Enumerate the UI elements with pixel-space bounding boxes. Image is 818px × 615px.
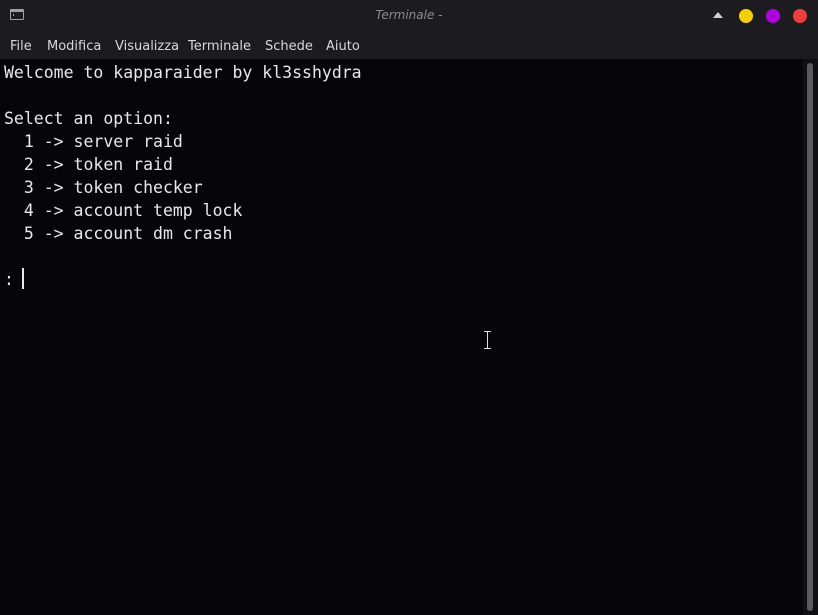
window-title: Terminale -: [375, 8, 443, 22]
shade-up-icon[interactable]: [713, 12, 723, 18]
menu-aiuto[interactable]: Aiuto: [326, 39, 360, 54]
menu-visualizza[interactable]: Visualizza: [115, 39, 179, 54]
vertical-scrollbar[interactable]: [803, 59, 818, 615]
i-beam-icon: [484, 331, 491, 349]
terminal-line: 5 -> account dm crash: [4, 224, 233, 243]
terminal-line: Select an option:: [4, 109, 173, 128]
minimize-button[interactable]: [739, 9, 753, 23]
close-button[interactable]: [793, 9, 807, 23]
title-bar[interactable]: Terminale -: [0, 0, 818, 33]
menu-terminale[interactable]: Terminale: [188, 39, 251, 54]
terminal-output[interactable]: Welcome to kapparaider by kl3sshydra Sel…: [0, 59, 803, 615]
menu-file[interactable]: File: [10, 39, 32, 54]
terminal-prompt: :: [4, 270, 24, 289]
menu-modifica[interactable]: Modifica: [47, 39, 101, 54]
text-cursor: [22, 268, 24, 289]
terminal-line: 1 -> server raid: [4, 132, 183, 151]
maximize-button[interactable]: [766, 9, 780, 23]
terminal-line: 3 -> token checker: [4, 178, 203, 197]
terminal-window: Terminale - File Modifica Visualizza Ter…: [0, 0, 818, 615]
scrollbar-thumb[interactable]: [807, 63, 813, 611]
terminal-line: Welcome to kapparaider by kl3sshydra: [4, 63, 362, 82]
terminal-line: 2 -> token raid: [4, 155, 173, 174]
terminal-line: 4 -> account temp lock: [4, 201, 243, 220]
menu-schede[interactable]: Schede: [265, 39, 313, 54]
menu-bar: File Modifica Visualizza Terminale Sched…: [0, 33, 818, 59]
